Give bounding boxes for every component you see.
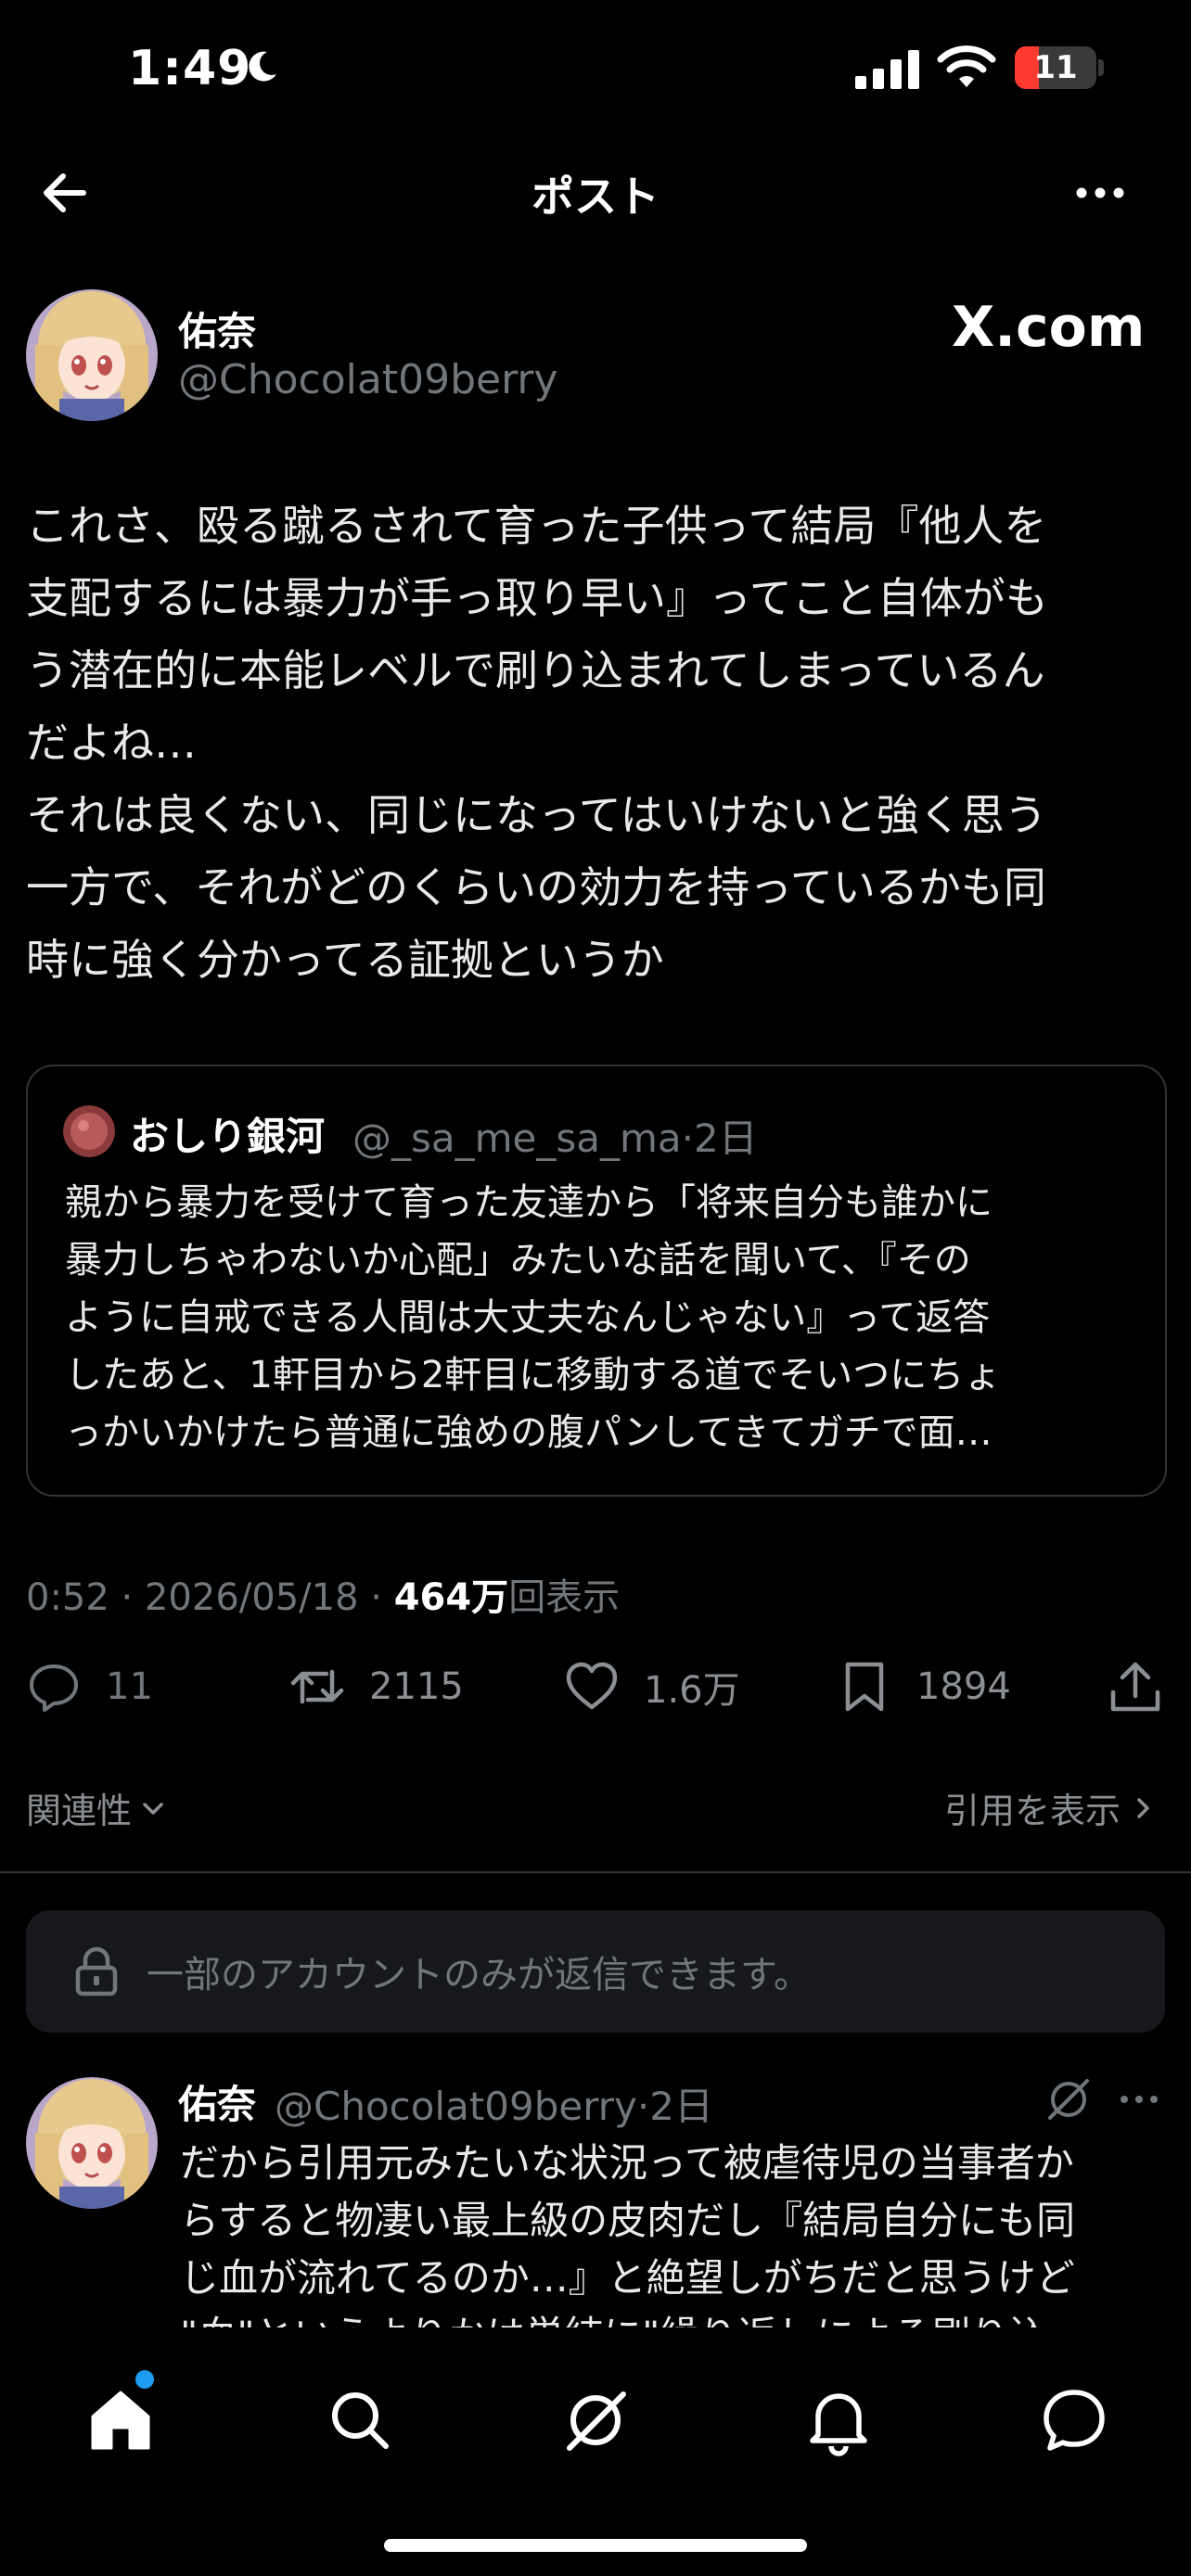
tab-notifications[interactable] bbox=[801, 2383, 876, 2457]
author-avatar[interactable] bbox=[26, 289, 158, 421]
x-logo: X.com bbox=[952, 295, 1146, 360]
section-divider bbox=[0, 1871, 1191, 1873]
bookmark-icon bbox=[845, 1662, 884, 1712]
battery-indicator: 11 bbox=[1015, 46, 1096, 89]
page-title: ポスト bbox=[531, 172, 660, 222]
battery-nub bbox=[1098, 59, 1104, 76]
reply-more-button[interactable] bbox=[1115, 2081, 1163, 2118]
tab-search[interactable] bbox=[323, 2383, 397, 2457]
like-count: 1.6万 bbox=[644, 1669, 740, 1712]
tab-messages[interactable] bbox=[1037, 2383, 1111, 2457]
repost-count: 2115 bbox=[369, 1665, 464, 1708]
post-text: これさ、殴る蹴るされて育った子供って結局『他人を 支配するには暴力が手っ取り早い… bbox=[26, 501, 1048, 985]
grok-icon[interactable] bbox=[1043, 2073, 1095, 2125]
reply-text: だから引用元みたいな状況って被虐待児の当事者か らすると物凄い最上級の皮肉だし『… bbox=[180, 2140, 1076, 2337]
restriction-text: 一部のアカウントのみが返信できます。 bbox=[147, 1954, 811, 1996]
author-handle[interactable]: @Chocolat09berry bbox=[178, 356, 558, 403]
post-time: 0:52 bbox=[26, 1576, 109, 1619]
messages-icon bbox=[1044, 2390, 1105, 2451]
sort-label: 関連性 bbox=[26, 1791, 133, 1831]
author-name[interactable]: 佑奈 bbox=[178, 300, 256, 357]
quote-author-avatar bbox=[63, 1105, 115, 1157]
reply-restriction-notice: 一部のアカウントのみが返信できます。 bbox=[26, 1910, 1165, 2033]
reply-icon bbox=[30, 1664, 78, 1712]
reply-author-avatar[interactable] bbox=[26, 2077, 158, 2209]
sort-dropdown[interactable]: 関連性 bbox=[26, 1782, 169, 1833]
moon-icon bbox=[249, 51, 276, 82]
tab-home[interactable] bbox=[83, 2383, 158, 2457]
bookmark-count: 1894 bbox=[916, 1665, 1011, 1708]
home-icon bbox=[91, 2391, 150, 2450]
more-options-button[interactable] bbox=[1067, 167, 1133, 219]
grok-icon bbox=[567, 2391, 626, 2451]
notification-dot bbox=[135, 2370, 154, 2389]
lock-icon bbox=[75, 1946, 118, 1996]
wifi-icon bbox=[937, 45, 996, 87]
reply-author-handle: @Chocolat09berry bbox=[275, 2084, 637, 2129]
bell-icon bbox=[810, 2393, 867, 2456]
reply-age: 2日 bbox=[649, 2084, 713, 2129]
heart-icon bbox=[566, 1662, 618, 1710]
view-quotes-link[interactable]: 引用を表示 bbox=[944, 1782, 1159, 1833]
quote-text: 親から暴力を受けて育った友達から「将来自分も誰かに 暴力しちゃわないか心配」みた… bbox=[65, 1181, 1002, 1454]
repost-icon bbox=[290, 1669, 344, 1704]
signal-icon bbox=[855, 50, 919, 89]
bookmark-button[interactable]: 1894 bbox=[837, 1654, 1011, 1719]
share-button[interactable] bbox=[1108, 1654, 1187, 1719]
share-icon bbox=[1110, 1662, 1160, 1712]
quote-author-handle: @_sa_me_sa_ma bbox=[352, 1116, 682, 1161]
repost-button[interactable]: 2115 bbox=[289, 1654, 464, 1719]
quote-meta: @_sa_me_sa_ma·2日 bbox=[352, 1116, 758, 1161]
reply-author-name[interactable]: 佑奈 bbox=[178, 2073, 256, 2130]
chevron-right-icon bbox=[1137, 1797, 1149, 1818]
chevron-down-icon bbox=[143, 1802, 163, 1815]
home-indicator bbox=[384, 2539, 807, 2552]
battery-level: 11 bbox=[1033, 49, 1078, 86]
post-meta: 0:52 · 2026/05/18 · 464万回表示 bbox=[26, 1576, 621, 1619]
search-icon bbox=[332, 2392, 389, 2449]
view-label[interactable]: 回表示 bbox=[508, 1576, 620, 1619]
post-date: 2026/05/18 bbox=[144, 1576, 359, 1619]
avatar-image bbox=[26, 289, 158, 421]
avatar-image bbox=[26, 2077, 158, 2209]
quote-age: 2日 bbox=[694, 1116, 758, 1161]
like-button[interactable]: 1.6万 bbox=[564, 1654, 740, 1719]
view-count: 464万 bbox=[393, 1576, 509, 1619]
tab-grok[interactable] bbox=[558, 2383, 633, 2457]
reply-count: 11 bbox=[106, 1665, 153, 1708]
view-quotes-label: 引用を表示 bbox=[943, 1791, 1121, 1831]
reply-button[interactable]: 11 bbox=[26, 1654, 153, 1719]
quote-author-name: おしり銀河 bbox=[130, 1114, 326, 1159]
status-time: 1:49 bbox=[128, 41, 252, 96]
reply-meta: @Chocolat09berry·2日 bbox=[275, 2084, 713, 2129]
